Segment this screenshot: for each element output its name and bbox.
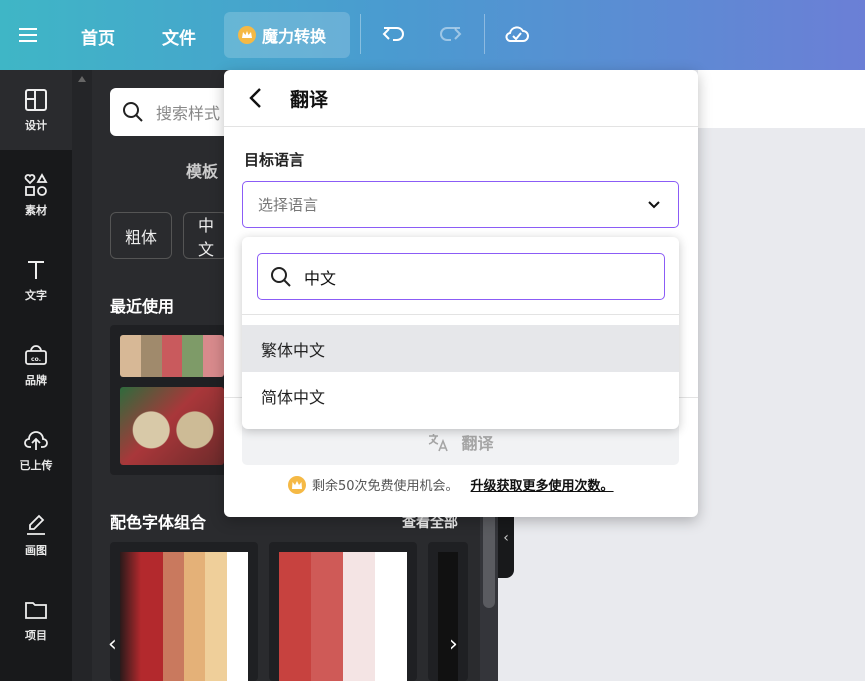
chevron-down-icon	[648, 201, 660, 209]
christmas-bells-image	[120, 387, 224, 465]
rail-item-label: 项目	[25, 629, 47, 642]
palette-swatch	[141, 552, 163, 681]
recent-section-title: 最近使用	[110, 297, 175, 316]
target-language-label: 目标语言	[244, 151, 305, 169]
undo-icon[interactable]	[381, 21, 407, 47]
palette-swatch	[161, 335, 183, 377]
palette-swatch	[182, 335, 204, 377]
combo-card[interactable]	[269, 542, 417, 681]
left-rail: 设计 素材 文字 co. 品牌 已上传 画图 项目	[0, 70, 72, 681]
tab-templates[interactable]: 模板	[186, 158, 218, 182]
rail-item-uploads[interactable]: 已上传	[0, 410, 72, 490]
rail-item-projects[interactable]: 项目	[0, 580, 72, 660]
crown-icon	[288, 475, 306, 494]
combo-palette	[120, 552, 248, 681]
combo-section-title: 配色字体组合	[110, 513, 207, 532]
divider	[360, 14, 361, 54]
palette-swatch	[120, 335, 141, 377]
layout-icon	[25, 89, 47, 111]
cloud-sync-icon[interactable]	[504, 21, 530, 47]
search-icon	[271, 266, 291, 287]
combo-palette	[438, 552, 458, 681]
palette-swatch	[162, 552, 184, 681]
brand-icon: co.	[25, 345, 47, 365]
rail-item-label: 素材	[25, 204, 47, 217]
palette-swatch	[343, 552, 375, 681]
palette-swatch	[279, 552, 311, 681]
language-select[interactable]: 选择语言	[242, 181, 679, 228]
rail-item-design[interactable]: 设计	[0, 70, 72, 150]
recent-palette	[120, 335, 224, 377]
language-option[interactable]: 繁体中文	[242, 325, 679, 372]
nav-file[interactable]: 文件	[162, 24, 196, 49]
text-icon	[28, 261, 44, 279]
palette-swatch	[183, 552, 206, 681]
rail-item-label: 设计	[25, 119, 47, 132]
translate-icon	[429, 433, 449, 451]
upgrade-link[interactable]: 升级获取更多使用次数。	[471, 475, 614, 494]
rail-item-label: 文字	[25, 289, 47, 302]
rail-item-text[interactable]: 文字	[0, 240, 72, 320]
language-option[interactable]: 简体中文	[242, 372, 679, 419]
select-placeholder: 选择语言	[258, 196, 319, 214]
combo-card[interactable]	[428, 542, 468, 681]
divider	[484, 14, 485, 54]
carousel-prev-button[interactable]: ‹	[108, 632, 117, 657]
palette-swatch	[226, 552, 248, 681]
filter-chip-chinese[interactable]: 中文	[183, 212, 228, 259]
panel-scrollbar-left[interactable]	[72, 70, 92, 681]
back-arrow-icon[interactable]	[246, 86, 266, 110]
filter-chip-bold[interactable]: 粗体	[110, 212, 173, 259]
quota-text: 剩余50次免费使用机会。	[312, 479, 459, 494]
language-dropdown: 中文 繁体中文 简体中文	[242, 237, 679, 429]
palette-swatch	[140, 335, 162, 377]
palette-swatch	[120, 552, 142, 681]
rail-item-label: 画图	[25, 544, 47, 557]
magic-switch-button[interactable]: 魔力转换	[224, 12, 350, 58]
palette-swatch	[311, 552, 343, 681]
rail-item-label: 已上传	[19, 459, 53, 472]
quota-notice: 剩余50次免费使用机会。 升级获取更多使用次数。	[288, 475, 614, 494]
popover-title: 翻译	[290, 89, 329, 111]
rail-item-draw[interactable]: 画图	[0, 495, 72, 575]
search-placeholder: 搜索样式	[156, 104, 221, 123]
scroll-up-arrow[interactable]	[78, 76, 86, 82]
elements-icon	[24, 173, 48, 196]
rail-item-elements[interactable]: 素材	[0, 155, 72, 235]
canvas-header	[698, 70, 865, 128]
popover-header: 翻译	[224, 70, 698, 127]
top-bar: 首页 文件 魔力转换	[0, 0, 865, 70]
language-search-input[interactable]: 中文	[257, 253, 665, 300]
draw-icon	[27, 514, 45, 535]
panel-scrollbar[interactable]	[480, 498, 498, 681]
rail-item-label: 品牌	[25, 374, 47, 387]
palette-swatch	[438, 552, 458, 681]
redo-icon[interactable]	[437, 21, 463, 47]
language-search-value: 中文	[304, 268, 337, 288]
upload-icon	[24, 431, 48, 450]
rail-item-brand[interactable]: co. 品牌	[0, 325, 72, 405]
palette-swatch	[375, 552, 407, 681]
menu-icon[interactable]	[18, 25, 38, 45]
palette-swatch	[205, 552, 227, 681]
palette-swatch	[203, 335, 224, 377]
crown-icon	[238, 26, 256, 44]
search-icon	[123, 102, 143, 122]
nav-home[interactable]: 首页	[81, 24, 115, 49]
folder-icon	[25, 602, 47, 619]
combo-palette	[279, 552, 407, 681]
carousel-next-button[interactable]: ›	[449, 632, 458, 657]
divider	[242, 314, 679, 315]
magic-switch-label: 魔力转换	[262, 27, 327, 46]
svg-text:co.: co.	[31, 356, 41, 363]
translate-button-label: 翻译	[461, 433, 494, 453]
combo-card[interactable]	[110, 542, 258, 681]
